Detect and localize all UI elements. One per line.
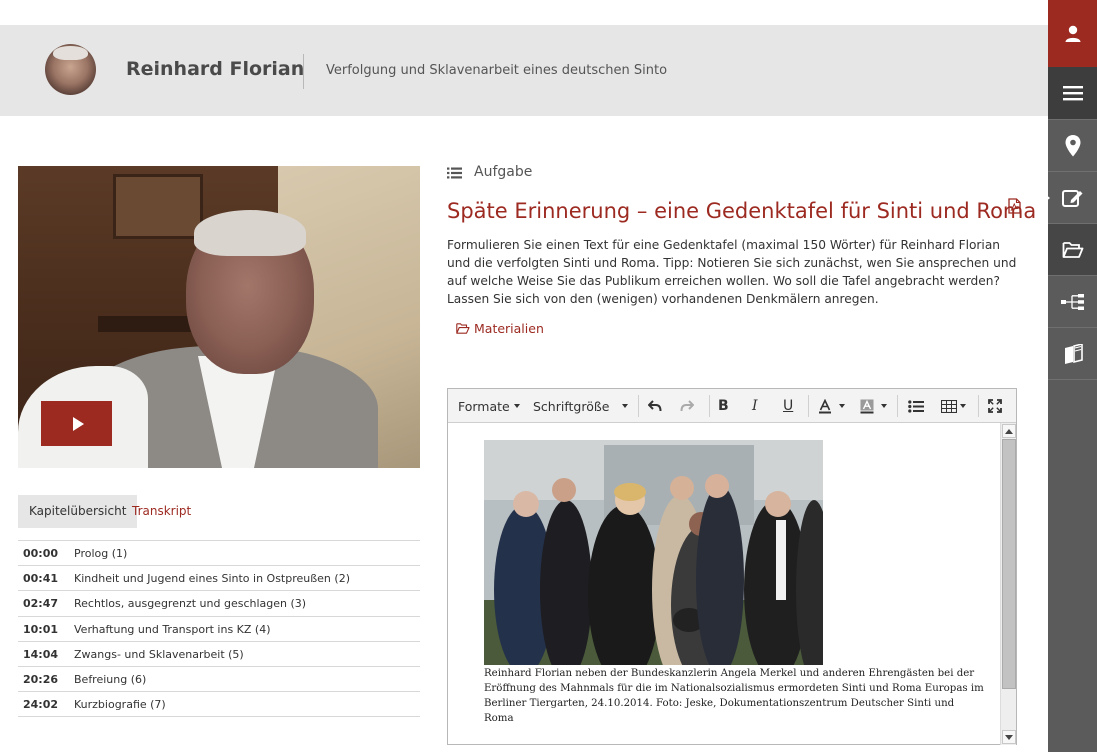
italic-icon: I <box>752 398 758 414</box>
chapter-title: Prolog (1) <box>74 547 128 560</box>
chapter-title: Befreiung (6) <box>74 672 147 686</box>
text-color-icon <box>819 398 831 413</box>
memorial-photo <box>484 440 823 665</box>
folder-open-icon <box>456 323 470 334</box>
avatar <box>45 44 96 95</box>
redo-icon <box>680 400 694 412</box>
rich-text-editor: Formate Schriftgröße B I U Reinhard Flor… <box>447 388 1017 745</box>
active-indicator-arrow <box>1044 193 1050 203</box>
chapter-row[interactable]: 20:26 Befreiung (6) <box>18 667 420 693</box>
task-label: Aufgabe <box>474 164 533 180</box>
sidebar-sitemap-button[interactable] <box>1048 276 1097 328</box>
chapter-title: Zwangs- und Sklavenarbeit (5) <box>74 647 244 661</box>
arrow-up-icon <box>1005 428 1013 434</box>
header-bar: Reinhard Florian Verfolgung und Sklavena… <box>0 25 1048 116</box>
chapter-row[interactable]: 02:47 Rechtlos, ausgegrenzt und geschlage… <box>18 591 420 617</box>
chapter-time: 14:04 <box>23 647 59 661</box>
right-sidebar <box>1048 0 1097 752</box>
chapter-time: 02:47 <box>23 597 59 611</box>
editor-scrollbar[interactable] <box>1000 423 1016 745</box>
task-description: Formulieren Sie einen Text für eine Gede… <box>447 238 1017 306</box>
bold-button[interactable]: B <box>718 389 729 423</box>
table-icon <box>941 399 957 413</box>
scroll-down-button[interactable] <box>1002 730 1016 744</box>
header-divider <box>303 54 304 89</box>
pdf-icon[interactable] <box>1008 198 1021 214</box>
chapter-row[interactable]: 14:04 Zwangs- und Sklavenarbeit (5) <box>18 642 420 667</box>
sitemap-icon <box>1060 293 1084 310</box>
table-button[interactable] <box>941 389 966 423</box>
materials-link[interactable]: Materialien <box>456 321 544 336</box>
chapter-row[interactable]: 00:41 Kindheit und Jugend eines Sinto in … <box>18 566 420 592</box>
location-pin-icon <box>1065 134 1080 156</box>
chapter-time: 00:00 <box>23 547 59 560</box>
italic-button[interactable]: I <box>752 389 758 423</box>
sidebar-location-button[interactable] <box>1048 120 1097 172</box>
sidebar-user-button[interactable] <box>1048 0 1097 67</box>
page-subtitle: Verfolgung und Sklavenarbeit eines deuts… <box>326 63 668 78</box>
tab-chapter-overview[interactable]: Kapitelübersicht <box>18 495 138 528</box>
editor-toolbar: Formate Schriftgröße B I U <box>448 389 1016 423</box>
sidebar-library-button[interactable] <box>1048 328 1097 380</box>
edit-icon <box>1061 189 1082 207</box>
underline-icon: U <box>783 398 794 414</box>
background-color-icon <box>860 399 874 413</box>
user-icon <box>1065 25 1080 42</box>
chapter-time: 24:02 <box>23 698 59 712</box>
sidebar-folder-button[interactable] <box>1048 224 1097 276</box>
bullet-list-button[interactable] <box>908 389 924 423</box>
materials-label: Materialien <box>474 321 544 336</box>
background-color-button[interactable] <box>860 389 887 423</box>
menu-icon <box>1062 86 1083 101</box>
page: Reinhard Florian Verfolgung und Sklavena… <box>0 0 1097 752</box>
font-size-dropdown[interactable]: Schriftgröße <box>533 389 629 423</box>
text-color-button[interactable] <box>818 389 845 423</box>
chapter-title: Verhaftung und Transport ins KZ (4) <box>74 622 271 636</box>
scroll-thumb[interactable] <box>1002 439 1016 689</box>
chapter-time: 20:26 <box>23 672 59 686</box>
bold-icon: B <box>718 398 729 414</box>
page-title: Reinhard Florian <box>126 58 305 80</box>
arrow-down-icon <box>1005 734 1013 740</box>
play-button[interactable] <box>41 401 112 446</box>
video-player[interactable] <box>18 166 420 468</box>
undo-button[interactable] <box>648 389 662 423</box>
fullscreen-button[interactable] <box>988 389 1002 423</box>
chapter-title: Kindheit und Jugend eines Sinto in Ostpr… <box>74 572 350 586</box>
chapter-row[interactable]: 24:02 Kurzbiografie (7) <box>18 692 420 718</box>
chapter-list: 00:00 Prolog (1) 00:41 Kindheit und Jugend… <box>18 540 420 718</box>
books-icon <box>1064 343 1083 364</box>
editor-content[interactable]: Reinhard Florian neben der Bundeskanzler… <box>448 423 1000 745</box>
tab-transcript[interactable]: Transkript <box>121 495 202 528</box>
folder-open-icon <box>1062 241 1083 258</box>
chapter-title: Rechtlos, ausgegrenzt und geschlagen (3) <box>74 597 307 611</box>
chapter-time: 10:01 <box>23 622 59 636</box>
underline-button[interactable]: U <box>783 389 793 423</box>
redo-button[interactable] <box>680 389 694 423</box>
formats-dropdown[interactable]: Formate <box>458 389 520 423</box>
scroll-up-button[interactable] <box>1002 424 1016 438</box>
bullet-list-icon <box>908 399 924 413</box>
list-icon <box>447 167 462 179</box>
sidebar-menu-button[interactable] <box>1048 67 1097 120</box>
undo-icon <box>648 400 662 412</box>
chapter-row[interactable]: 00:00 Prolog (1) <box>18 541 420 567</box>
sidebar-edit-button[interactable] <box>1048 172 1097 224</box>
photo-caption: Reinhard Florian neben der Bundeskanzler… <box>484 668 984 724</box>
task-title: Späte Erinnerung – eine Gedenktafel für … <box>447 199 1037 223</box>
chapter-title: Kurzbiografie (7) <box>74 698 166 712</box>
play-icon <box>72 416 84 431</box>
chapter-time: 00:41 <box>23 572 59 586</box>
fullscreen-icon <box>988 399 1002 413</box>
chapter-row[interactable]: 10:01 Verhaftung und Transport ins KZ (4) <box>18 617 420 642</box>
